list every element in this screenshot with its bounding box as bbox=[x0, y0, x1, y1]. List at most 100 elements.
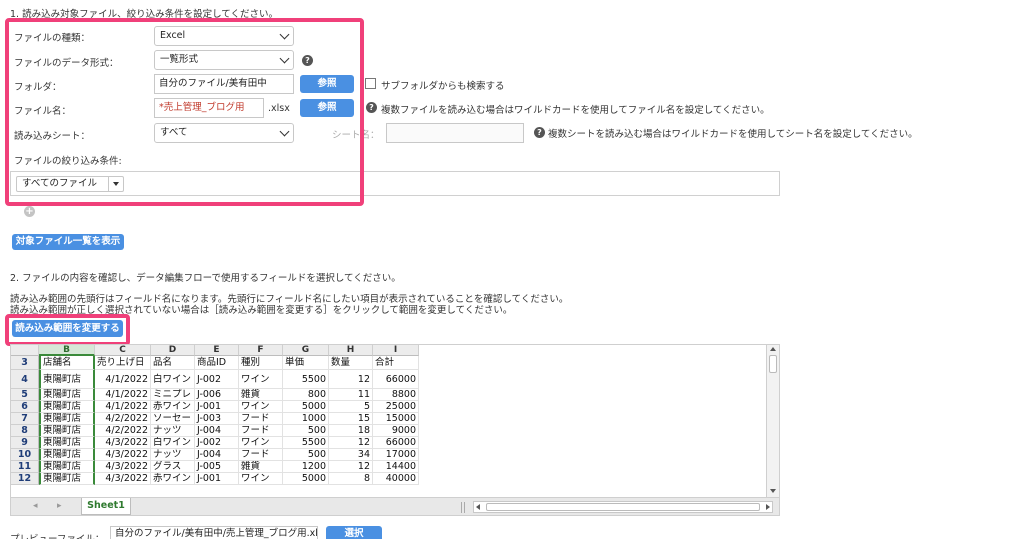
tab-next-icon[interactable]: ▸ bbox=[57, 501, 62, 511]
table-cell[interactable]: 東陽町店 bbox=[39, 473, 95, 485]
column-header[interactable]: G bbox=[283, 345, 329, 356]
column-header[interactable]: B bbox=[39, 345, 95, 356]
table-cell[interactable]: 5500 bbox=[283, 370, 329, 389]
table-cell[interactable]: 雑貨 bbox=[239, 389, 283, 401]
table-cell[interactable]: 12 bbox=[329, 370, 373, 389]
table-cell[interactable]: 東陽町店 bbox=[39, 389, 95, 401]
horizontal-scrollbar[interactable] bbox=[473, 501, 773, 513]
table-cell[interactable]: 東陽町店 bbox=[39, 370, 95, 389]
table-cell[interactable]: 東陽町店 bbox=[39, 437, 95, 449]
row-header[interactable]: 6 bbox=[11, 401, 39, 413]
table-cell[interactable]: フード bbox=[239, 425, 283, 437]
table-cell[interactable]: 66000 bbox=[373, 370, 419, 389]
table-cell[interactable]: ナッツ bbox=[151, 425, 195, 437]
table-cell[interactable]: 15000 bbox=[373, 413, 419, 425]
row-header[interactable]: 12 bbox=[11, 473, 39, 485]
column-name-cell[interactable]: 品名 bbox=[151, 356, 195, 370]
preview-select-button[interactable]: 選択 bbox=[326, 526, 382, 539]
table-cell[interactable]: 東陽町店 bbox=[39, 413, 95, 425]
scroll-left-icon[interactable] bbox=[476, 504, 480, 510]
column-name-cell[interactable]: 数量 bbox=[329, 356, 373, 370]
table-cell[interactable]: 15 bbox=[329, 413, 373, 425]
add-condition-icon[interactable]: + bbox=[24, 206, 35, 217]
table-cell[interactable]: J-001 bbox=[195, 401, 239, 413]
table-cell[interactable]: 東陽町店 bbox=[39, 425, 95, 437]
split-handle[interactable] bbox=[461, 502, 465, 513]
subfolder-checkbox[interactable] bbox=[365, 78, 376, 89]
table-cell[interactable]: 赤ワイン bbox=[151, 473, 195, 485]
column-name-cell[interactable]: 合計 bbox=[373, 356, 419, 370]
row-header[interactable]: 11 bbox=[11, 461, 39, 473]
table-cell[interactable]: ワイン bbox=[239, 473, 283, 485]
column-name-cell[interactable]: 売り上げ日 bbox=[95, 356, 151, 370]
show-file-list-button[interactable]: 対象ファイル一覧を表示 bbox=[12, 234, 124, 250]
table-cell[interactable]: ナッツ bbox=[151, 449, 195, 461]
column-name-cell[interactable]: 店舗名 bbox=[39, 356, 95, 370]
row-header[interactable]: 5 bbox=[11, 389, 39, 401]
table-cell[interactable]: ミニプレ bbox=[151, 389, 195, 401]
table-cell[interactable]: 白ワイン bbox=[151, 437, 195, 449]
scroll-up-icon[interactable] bbox=[770, 347, 776, 351]
column-name-cell[interactable]: 単価 bbox=[283, 356, 329, 370]
table-cell[interactable]: 5 bbox=[329, 401, 373, 413]
table-cell[interactable]: ワイン bbox=[239, 401, 283, 413]
help-icon[interactable]: ? bbox=[366, 102, 377, 113]
change-range-button[interactable]: 読み込み範囲を変更する bbox=[12, 320, 123, 337]
table-cell[interactable]: 東陽町店 bbox=[39, 461, 95, 473]
table-cell[interactable]: 赤ワイン bbox=[151, 401, 195, 413]
table-cell[interactable]: 500 bbox=[283, 449, 329, 461]
table-cell[interactable]: 5500 bbox=[283, 437, 329, 449]
table-cell[interactable]: J-003 bbox=[195, 413, 239, 425]
table-cell[interactable]: フード bbox=[239, 449, 283, 461]
column-header[interactable]: F bbox=[239, 345, 283, 356]
table-cell[interactable]: 11 bbox=[329, 389, 373, 401]
row-header[interactable]: 10 bbox=[11, 449, 39, 461]
table-cell[interactable]: ソーセー bbox=[151, 413, 195, 425]
table-cell[interactable]: 4/1/2022 bbox=[95, 370, 151, 389]
table-cell[interactable]: 1000 bbox=[283, 413, 329, 425]
table-cell[interactable]: 14400 bbox=[373, 461, 419, 473]
help-icon[interactable]: ? bbox=[534, 127, 545, 138]
table-cell[interactable]: フード bbox=[239, 413, 283, 425]
table-cell[interactable]: J-001 bbox=[195, 473, 239, 485]
table-cell[interactable]: J-004 bbox=[195, 425, 239, 437]
table-cell[interactable]: J-002 bbox=[195, 370, 239, 389]
row-header[interactable]: 7 bbox=[11, 413, 39, 425]
tab-prev-icon[interactable]: ◂ bbox=[33, 501, 38, 511]
table-cell[interactable]: 白ワイン bbox=[151, 370, 195, 389]
scroll-thumb[interactable] bbox=[486, 503, 760, 511]
column-header[interactable]: C bbox=[95, 345, 151, 356]
vertical-scrollbar[interactable] bbox=[766, 345, 779, 497]
table-cell[interactable]: 1200 bbox=[283, 461, 329, 473]
table-cell[interactable]: 東陽町店 bbox=[39, 449, 95, 461]
row-header[interactable]: 3 bbox=[11, 356, 39, 370]
table-cell[interactable]: 4/3/2022 bbox=[95, 449, 151, 461]
table-cell[interactable]: 17000 bbox=[373, 449, 419, 461]
column-header[interactable]: H bbox=[329, 345, 373, 356]
table-cell[interactable]: 8800 bbox=[373, 389, 419, 401]
table-cell[interactable]: 18 bbox=[329, 425, 373, 437]
table-cell[interactable]: 4/3/2022 bbox=[95, 461, 151, 473]
row-header[interactable]: 9 bbox=[11, 437, 39, 449]
table-cell[interactable]: J-004 bbox=[195, 449, 239, 461]
table-cell[interactable]: 8 bbox=[329, 473, 373, 485]
table-cell[interactable]: 25000 bbox=[373, 401, 419, 413]
table-cell[interactable]: 4/1/2022 bbox=[95, 389, 151, 401]
table-cell[interactable]: 5000 bbox=[283, 473, 329, 485]
preview-file-input[interactable]: 自分のファイル/美有田中/売上管理_ブログ用.xlsx bbox=[110, 526, 318, 539]
table-cell[interactable]: 4/3/2022 bbox=[95, 473, 151, 485]
column-name-cell[interactable]: 種別 bbox=[239, 356, 283, 370]
table-cell[interactable]: 雑貨 bbox=[239, 461, 283, 473]
table-cell[interactable]: 4/1/2022 bbox=[95, 401, 151, 413]
table-cell[interactable]: 12 bbox=[329, 437, 373, 449]
table-cell[interactable]: 34 bbox=[329, 449, 373, 461]
table-cell[interactable]: ワイン bbox=[239, 370, 283, 389]
column-header[interactable]: I bbox=[373, 345, 419, 356]
table-cell[interactable]: グラス bbox=[151, 461, 195, 473]
column-header[interactable]: D bbox=[151, 345, 195, 356]
scroll-thumb[interactable] bbox=[769, 355, 777, 373]
sheet-tab[interactable]: Sheet1 bbox=[81, 498, 131, 515]
table-cell[interactable]: 4/2/2022 bbox=[95, 413, 151, 425]
sheet-name-input[interactable] bbox=[386, 123, 524, 143]
table-cell[interactable]: 4/2/2022 bbox=[95, 425, 151, 437]
